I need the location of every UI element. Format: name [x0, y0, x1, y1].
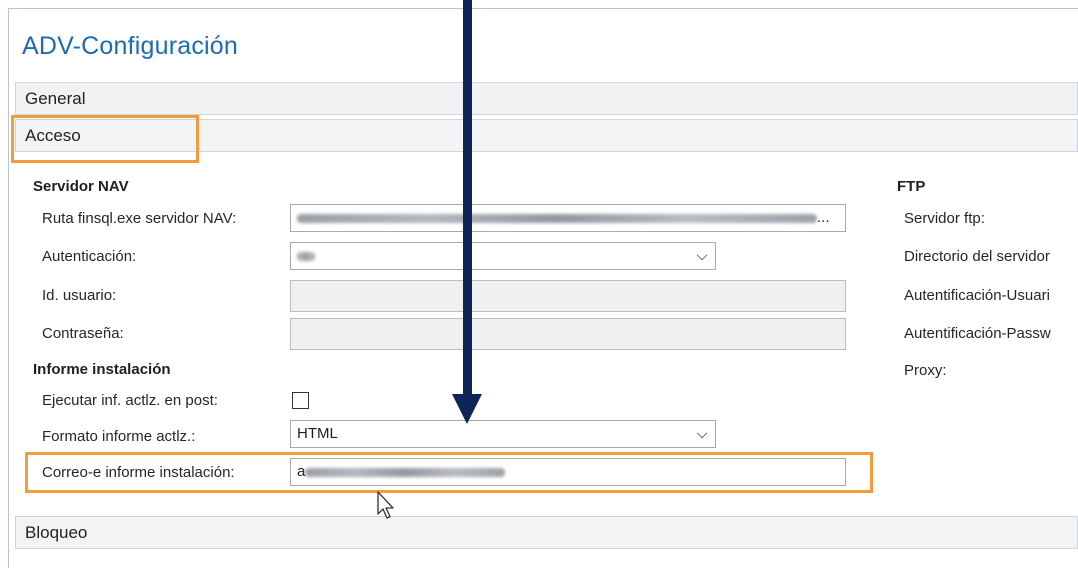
informe-instalacion-heading: Informe instalación	[33, 361, 171, 378]
autenticacion-label: Autenticación:	[42, 248, 137, 265]
correo-highlight	[25, 452, 873, 493]
ejecutar-label: Ejecutar inf. actlz. en post:	[42, 392, 218, 409]
down-arrow-head	[452, 394, 482, 424]
tab-bloqueo[interactable]: Bloqueo	[15, 516, 1078, 549]
servidor-ftp-label: Servidor ftp:	[904, 210, 985, 227]
id-usuario-label: Id. usuario:	[42, 287, 117, 304]
tab-bloqueo-label: Bloqueo	[25, 523, 88, 542]
servidor-nav-heading: Servidor NAV	[33, 178, 129, 195]
blurred-text	[297, 213, 817, 223]
contrasena-label: Contraseña:	[42, 325, 124, 342]
ejecutar-checkbox[interactable]	[292, 392, 309, 409]
ftp-heading: FTP	[897, 178, 926, 195]
page-title: ADV-Configuración	[22, 32, 239, 60]
autentificacion-usuario-label: Autentificación-Usuari	[904, 287, 1050, 304]
chevron-down-icon[interactable]	[696, 249, 708, 261]
proxy-label: Proxy:	[904, 362, 947, 379]
autentificacion-password-label: Autentificación-Passw	[904, 325, 1051, 342]
formato-select[interactable]: HTML	[290, 420, 716, 448]
formato-label: Formato informe actlz.:	[42, 428, 196, 445]
mouse-pointer-icon	[377, 491, 394, 519]
ruta-input[interactable]: ...	[290, 204, 846, 232]
autenticacion-select[interactable]	[290, 242, 716, 270]
ruta-ellipsis: ...	[817, 209, 830, 226]
contrasena-input[interactable]	[290, 318, 846, 350]
down-arrow-icon	[463, 0, 472, 398]
directorio-label: Directorio del servidor	[904, 248, 1050, 265]
ruta-label: Ruta finsql.exe servidor NAV:	[42, 210, 237, 227]
acceso-highlight	[11, 115, 199, 163]
tab-general[interactable]: General	[15, 82, 1078, 115]
formato-value: HTML	[297, 425, 338, 442]
chevron-down-icon[interactable]	[696, 427, 708, 439]
id-usuario-input[interactable]	[290, 280, 846, 312]
blurred-text	[297, 251, 315, 261]
tab-general-label: General	[25, 89, 86, 108]
